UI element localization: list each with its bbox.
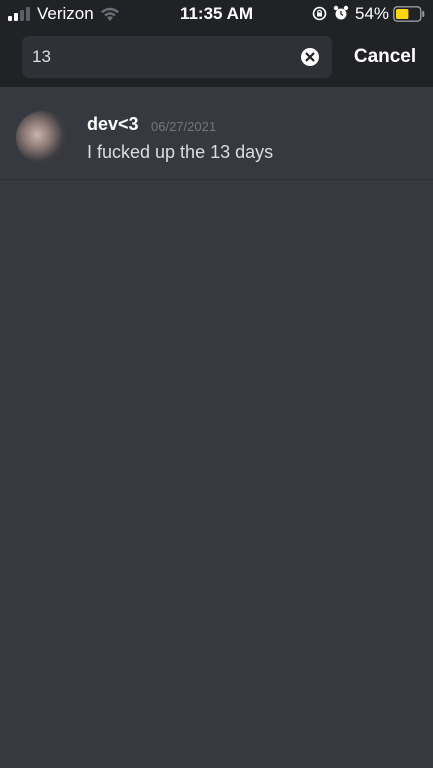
result-message: I fucked up the 13 days <box>87 142 274 162</box>
clear-search-icon[interactable] <box>300 47 320 67</box>
result-date: 06/27/2021 <box>151 119 217 134</box>
avatar[interactable] <box>16 111 69 164</box>
cancel-button[interactable]: Cancel <box>345 36 425 78</box>
status-bar: Verizon 11:35 AM 54% <box>0 0 433 28</box>
search-box[interactable] <box>22 36 332 78</box>
result-username[interactable]: dev<3 <box>87 114 139 135</box>
battery-percentage: 54% <box>355 4 390 23</box>
search-input[interactable] <box>32 36 292 78</box>
battery-icon <box>393 6 425 22</box>
alarm-icon <box>333 5 349 20</box>
search-result-row[interactable]: dev<3 06/27/2021 I fucked up the 13 days <box>0 95 433 180</box>
rotation-lock-icon <box>312 6 327 21</box>
